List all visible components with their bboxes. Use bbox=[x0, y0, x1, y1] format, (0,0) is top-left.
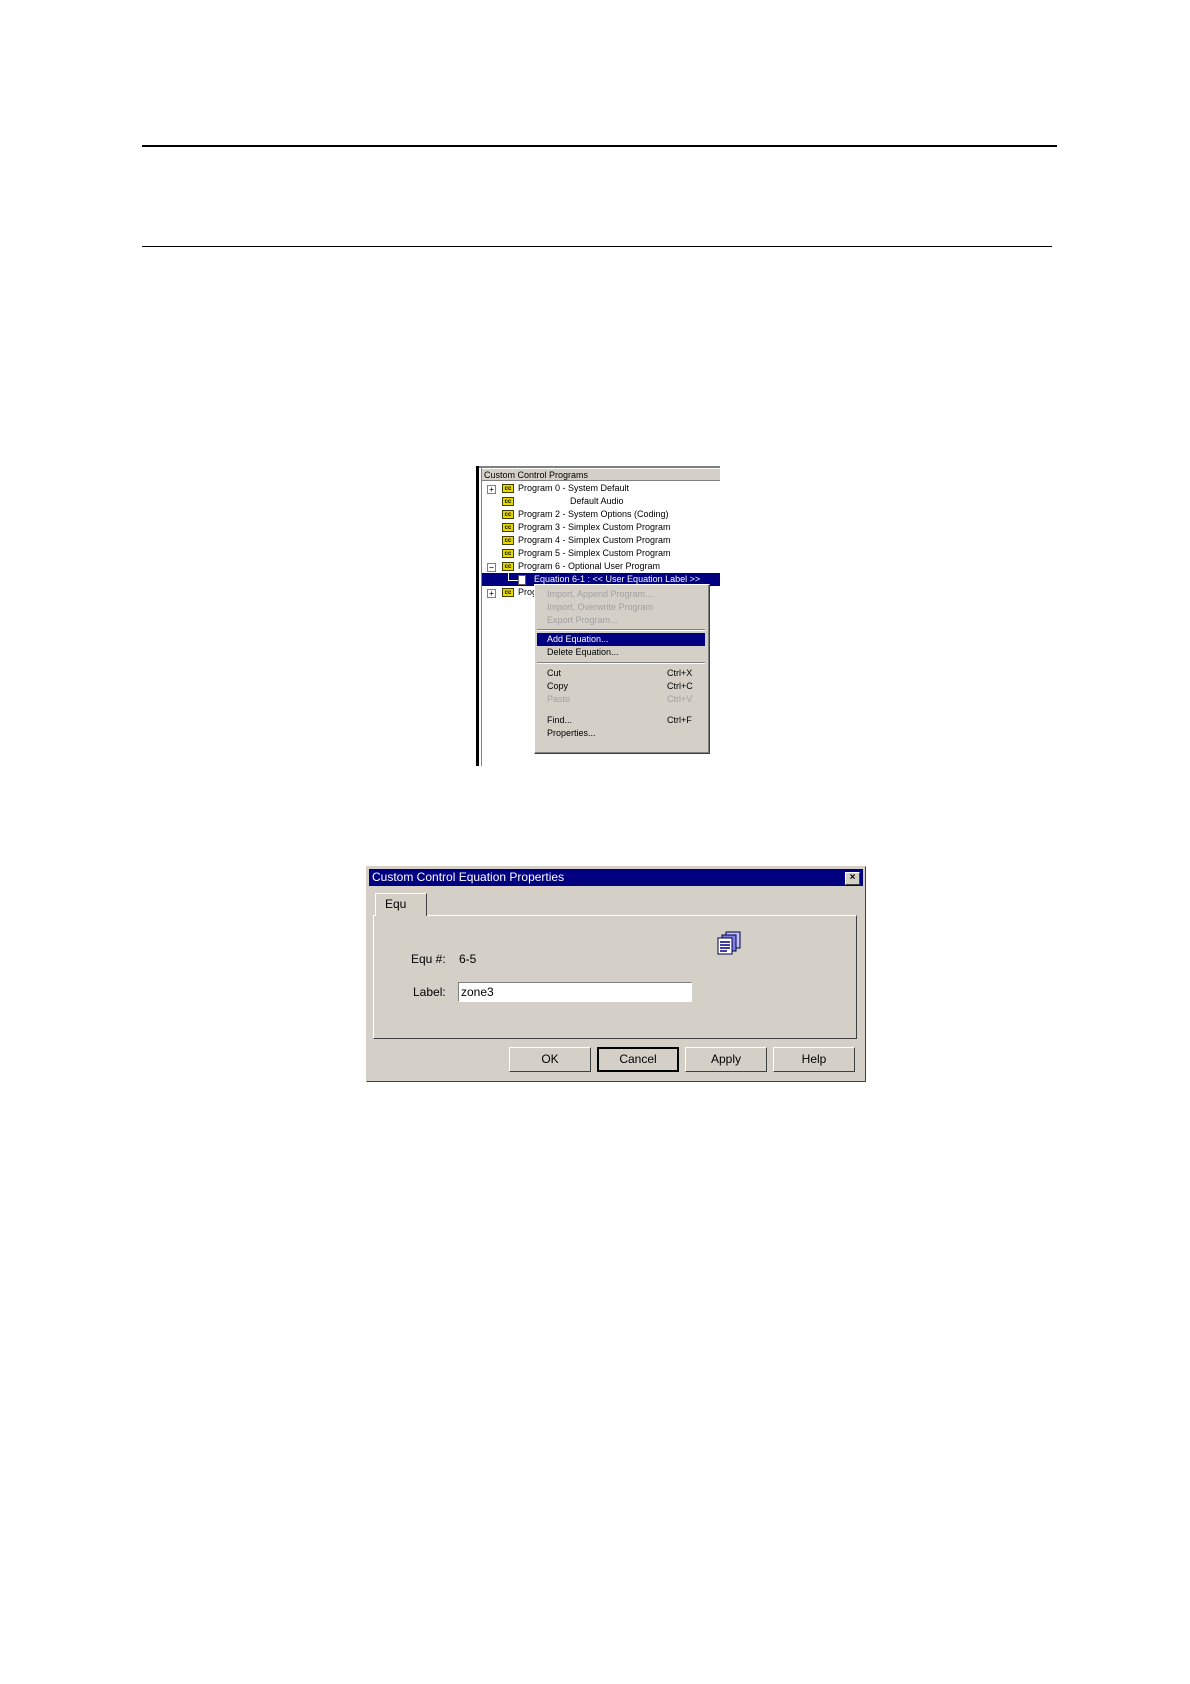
program-icon: cc bbox=[502, 588, 514, 597]
tab-panel bbox=[373, 915, 857, 1039]
tree-row-program-2[interactable]: cc Program 2 - System Options (Coding) bbox=[482, 508, 720, 521]
expand-minus-icon[interactable]: − bbox=[487, 563, 496, 572]
program-icon: cc bbox=[502, 536, 514, 545]
tree-row-label: Program 5 - Simplex Custom Program bbox=[518, 548, 671, 558]
tree-row-label: Program 4 - Simplex Custom Program bbox=[518, 535, 671, 545]
menu-item-import-append[interactable]: Import, Append Program... bbox=[537, 588, 705, 601]
menu-item-shortcut: Ctrl+F bbox=[667, 715, 692, 725]
menu-separator bbox=[537, 662, 705, 664]
tree-row-program-5[interactable]: cc Program 5 - Simplex Custom Program bbox=[482, 547, 720, 560]
tree-row-program-4[interactable]: cc Program 4 - Simplex Custom Program bbox=[482, 534, 720, 547]
tree-row-label: Program 6 - Optional User Program bbox=[518, 561, 661, 571]
menu-item-label: Export Program... bbox=[547, 615, 618, 625]
frame-left bbox=[476, 466, 479, 766]
tree-row-program-3[interactable]: cc Program 3 - Simplex Custom Program bbox=[482, 521, 720, 534]
menu-item-export-program[interactable]: Export Program... bbox=[537, 614, 705, 627]
menu-item-copy[interactable]: Copy Ctrl+C bbox=[537, 680, 705, 693]
subheader-rule bbox=[142, 246, 1052, 247]
menu-item-delete-equation[interactable]: Delete Equation... bbox=[537, 646, 705, 659]
tree-row-label: Default Audio bbox=[570, 496, 624, 506]
context-menu: Import, Append Program... Import, Overwr… bbox=[534, 584, 710, 754]
dialog-title: Custom Control Equation Properties bbox=[372, 870, 565, 884]
tree-view-screenshot: Custom Control Programs + cc Program 0 -… bbox=[476, 466, 720, 766]
equ-number-value: 6-5 bbox=[459, 952, 477, 966]
tree-branch-line bbox=[508, 573, 509, 580]
equ-number-label: Equ #: bbox=[411, 952, 446, 966]
dialog-titlebar[interactable]: Custom Control Equation Properties × bbox=[369, 869, 863, 886]
tree-row-program-0[interactable]: + cc Program 0 - System Default bbox=[482, 482, 720, 495]
help-button[interactable]: Help bbox=[773, 1047, 855, 1072]
menu-item-shortcut: Ctrl+X bbox=[667, 668, 693, 678]
tree-header[interactable]: Custom Control Programs bbox=[482, 469, 720, 481]
expand-plus-icon[interactable]: + bbox=[487, 485, 496, 494]
tree-row-label: Program 0 - System Default bbox=[518, 483, 630, 493]
equation-document-icon bbox=[518, 575, 526, 585]
expand-plus-icon[interactable]: + bbox=[487, 589, 496, 598]
menu-item-label: Delete Equation... bbox=[547, 647, 619, 657]
menu-item-label: Copy bbox=[547, 681, 569, 691]
menu-item-label: Add Equation... bbox=[547, 634, 609, 644]
label-input[interactable] bbox=[458, 982, 692, 1002]
tree-row-label: Program 3 - Simplex Custom Program bbox=[518, 522, 671, 532]
program-icon: cc bbox=[502, 523, 514, 532]
equation-properties-dialog: Custom Control Equation Properties × Equ… bbox=[366, 866, 866, 1082]
program-icon: cc bbox=[502, 497, 514, 506]
tab-equ[interactable]: Equ bbox=[375, 893, 427, 916]
menu-item-find[interactable]: Find... Ctrl+F bbox=[537, 714, 705, 727]
menu-item-label: Properties... bbox=[547, 728, 596, 738]
properties-stack-icon bbox=[717, 931, 741, 955]
tree-branch-line bbox=[508, 580, 518, 581]
menu-separator bbox=[537, 629, 705, 631]
header-rule bbox=[142, 145, 1057, 147]
menu-item-label: Import, Append Program... bbox=[547, 589, 653, 599]
close-icon[interactable]: × bbox=[845, 872, 860, 885]
menu-item-shortcut: Ctrl+C bbox=[667, 681, 693, 691]
cancel-button[interactable]: Cancel bbox=[597, 1047, 679, 1072]
ok-button[interactable]: OK bbox=[509, 1047, 591, 1072]
menu-item-paste[interactable]: Paste Ctrl+V bbox=[537, 693, 705, 706]
tree-row-program-6[interactable]: − cc Program 6 - Optional User Program bbox=[482, 560, 720, 573]
menu-item-label: Cut bbox=[547, 668, 562, 678]
program-icon: cc bbox=[502, 562, 514, 571]
program-icon: cc bbox=[502, 484, 514, 493]
tree-row-program-1[interactable]: cc Default Audio bbox=[482, 495, 720, 508]
tree-row-label: Program 2 - System Options (Coding) bbox=[518, 509, 669, 519]
program-icon: cc bbox=[502, 510, 514, 519]
menu-item-shortcut: Ctrl+V bbox=[667, 694, 693, 704]
menu-item-cut[interactable]: Cut Ctrl+X bbox=[537, 667, 705, 680]
menu-item-label: Paste bbox=[547, 694, 571, 704]
menu-item-properties[interactable]: Properties... bbox=[537, 727, 705, 740]
apply-button[interactable]: Apply bbox=[685, 1047, 767, 1072]
label-field-label: Label: bbox=[413, 985, 446, 999]
menu-item-label: Find... bbox=[547, 715, 573, 725]
program-icon: cc bbox=[502, 549, 514, 558]
menu-item-label: Import, Overwrite Program bbox=[547, 602, 654, 612]
menu-item-add-equation[interactable]: Add Equation... bbox=[537, 633, 705, 646]
menu-item-import-overwrite[interactable]: Import, Overwrite Program bbox=[537, 601, 705, 614]
frame-top bbox=[476, 466, 720, 468]
